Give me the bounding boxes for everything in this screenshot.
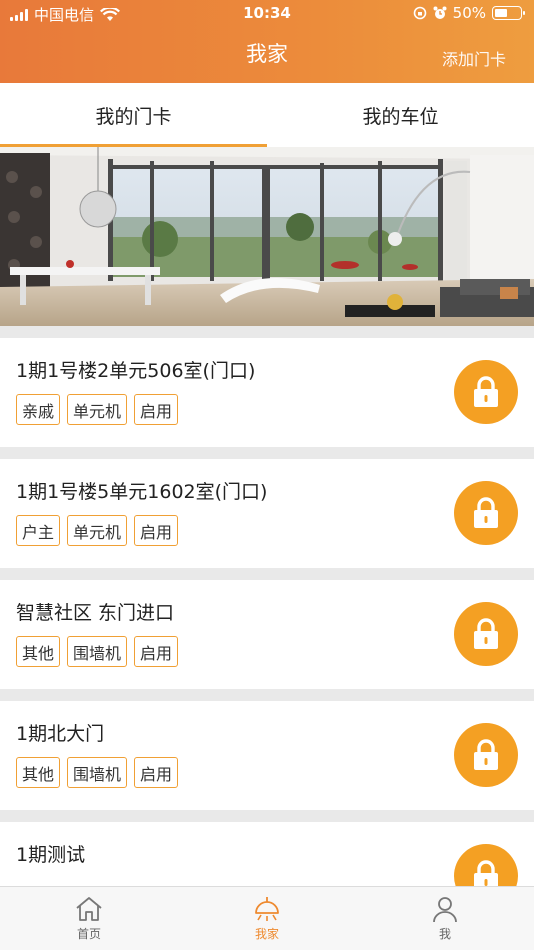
- banner-image: [0, 147, 534, 326]
- lock-icon: [474, 860, 498, 886]
- device-tag: 围墙机: [67, 636, 128, 667]
- unlock-button[interactable]: [454, 723, 518, 787]
- door-card[interactable]: 智慧社区 东门进口 其他 围墙机 启用: [0, 580, 534, 689]
- lock-icon: [474, 376, 498, 407]
- header-bar: 中国电信 10:34 50% 我家 添加门卡: [0, 0, 534, 83]
- door-card-name: 1期1号楼2单元506室(门口): [16, 360, 256, 382]
- tabbar-item-home[interactable]: 首页: [0, 887, 178, 950]
- lock-icon: [474, 618, 498, 649]
- tabbar-label: 我家: [254, 927, 279, 941]
- unlock-button[interactable]: [454, 481, 518, 545]
- relation-tag: 户主: [16, 515, 61, 546]
- tabbar-label: 我: [438, 927, 451, 941]
- battery-level-fill: [495, 9, 507, 17]
- tab-my-cards[interactable]: 我的门卡: [0, 83, 267, 147]
- person-icon: [433, 897, 457, 923]
- device-tag: 围墙机: [67, 757, 128, 788]
- tabbar-label: 首页: [76, 927, 101, 941]
- tab-my-parking[interactable]: 我的车位: [267, 83, 534, 147]
- door-card[interactable]: 1期测试: [0, 822, 534, 886]
- device-tag: 单元机: [67, 394, 128, 425]
- door-card-tags: 户主 单元机 启用: [16, 515, 179, 546]
- home-icon: [76, 897, 102, 921]
- door-card-name: 1期测试: [16, 844, 86, 866]
- door-card-tags: 亲戚 单元机 启用: [16, 394, 179, 425]
- battery-percent: 50%: [452, 4, 486, 22]
- bottom-tab-bar: 首页 我家 我: [0, 886, 534, 950]
- tabbar-item-myhome[interactable]: 我家: [178, 887, 356, 950]
- alarm-icon: [433, 6, 447, 19]
- door-card-list: 1期1号楼2单元506室(门口) 亲戚 单元机 启用 1期1号楼5单元1602室…: [0, 338, 534, 886]
- lock-icon: [474, 739, 498, 770]
- status-tag: 启用: [134, 636, 179, 667]
- device-tag: 单元机: [67, 515, 128, 546]
- relation-tag: 其他: [16, 757, 61, 788]
- door-card[interactable]: 1期1号楼2单元506室(门口) 亲戚 单元机 启用: [0, 338, 534, 447]
- tabbar-item-me[interactable]: 我: [356, 887, 534, 950]
- door-card[interactable]: 1期北大门 其他 围墙机 启用: [0, 701, 534, 810]
- status-bar: 中国电信 10:34 50%: [0, 0, 534, 28]
- lock-icon: [474, 497, 498, 528]
- add-card-button[interactable]: 添加门卡: [442, 46, 506, 70]
- door-card-tags: 其他 围墙机 启用: [16, 757, 179, 788]
- status-tag: 启用: [134, 757, 179, 788]
- door-card-name: 智慧社区 东门进口: [16, 602, 175, 624]
- battery-icon: [492, 6, 525, 20]
- lamp-icon: [255, 897, 279, 921]
- unlock-button[interactable]: [454, 844, 518, 886]
- status-tag: 启用: [134, 394, 179, 425]
- door-card[interactable]: 1期1号楼5单元1602室(门口) 户主 单元机 启用: [0, 459, 534, 568]
- unlock-button[interactable]: [454, 360, 518, 424]
- door-card-name: 1期北大门: [16, 723, 105, 745]
- status-tag: 启用: [134, 515, 179, 546]
- relation-tag: 亲戚: [16, 394, 61, 425]
- tab-bar: 我的门卡 我的车位: [0, 83, 534, 147]
- door-card-tags: 其他 围墙机 启用: [16, 636, 179, 667]
- rotation-lock-icon: [413, 6, 426, 20]
- unlock-button[interactable]: [454, 602, 518, 666]
- relation-tag: 其他: [16, 636, 61, 667]
- door-card-name: 1期1号楼5单元1602室(门口): [16, 481, 268, 503]
